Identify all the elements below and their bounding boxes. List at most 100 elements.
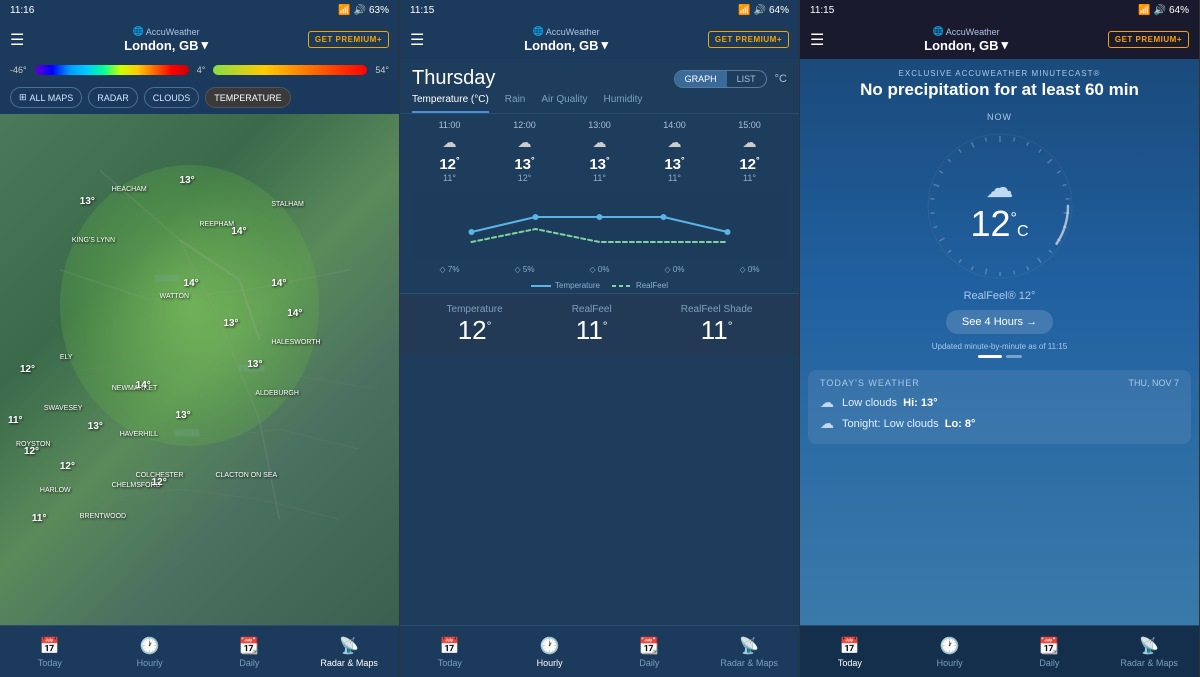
graph-btn[interactable]: GRAPH xyxy=(675,71,727,87)
nav-daily-3[interactable]: 📆 Daily xyxy=(1000,626,1100,677)
cloud-icon-large: ☁ xyxy=(985,171,1013,204)
nav-radar-2[interactable]: 📡 Radar & Maps xyxy=(699,626,799,677)
icon-col-0: ☁ xyxy=(443,134,457,151)
bottom-nav-3: 📅 Today 🕐 Hourly 📆 Daily 📡 Radar & Maps xyxy=(800,625,1199,677)
radar-icon-3: 📡 xyxy=(1139,636,1159,656)
header-center-2: 🌐 AccuWeather London, GB ▾ xyxy=(524,26,608,53)
premium-btn-1[interactable]: GET PREMIUM+ xyxy=(308,31,389,48)
city-stalham: STALHAM xyxy=(271,201,304,208)
header-3: ☰ 🌐 AccuWeather London, GB ▾ GET PREMIUM… xyxy=(800,20,1199,59)
map-area[interactable]: HEACHAM REEPHAM STALHAM KING'S LYNN WATT… xyxy=(0,114,399,625)
nav-today-3[interactable]: 📅 Today xyxy=(800,626,900,677)
nav-hourly-label-1: Hourly xyxy=(137,658,163,668)
hour-col-4: 15:00 ☁ 12° 11° xyxy=(712,120,787,183)
chart-legend: Temperature RealFeel xyxy=(400,278,799,293)
location-3[interactable]: London, GB ▾ xyxy=(924,37,1008,53)
header-center-3: 🌐 AccuWeather London, GB ▾ xyxy=(924,26,1008,53)
today-icon-1: 📅 xyxy=(40,636,60,656)
time-col-4: 15:00 xyxy=(738,120,761,130)
map-temp-4: 14° xyxy=(184,278,199,289)
subtemp-col-3: 11° xyxy=(668,173,681,183)
city-brentwood: BRENTWOOD xyxy=(80,513,126,520)
summary-rfs-val: 11° xyxy=(681,315,753,346)
temp-mid: 4° xyxy=(197,65,206,75)
tw-date: THU, NOV 7 xyxy=(1128,378,1179,388)
location-2[interactable]: London, GB ▾ xyxy=(524,37,608,53)
menu-icon-3[interactable]: ☰ xyxy=(810,30,824,50)
phone-radar-maps: 11:16 📶 🔊 63% ☰ 🌐 AccuWeather London, GB… xyxy=(0,0,400,677)
nav-today-2[interactable]: 📅 Today xyxy=(400,626,500,677)
location-1[interactable]: London, GB ▾ xyxy=(124,37,208,53)
layers-icon: ⊞ xyxy=(19,92,27,103)
temp-gradient xyxy=(35,65,189,75)
precip-3: ◇ 0% xyxy=(637,265,712,274)
all-maps-btn[interactable]: ⊞ ALL MAPS xyxy=(10,87,82,108)
temp-max: 54° xyxy=(375,65,389,75)
tw-row-1: ☁ Low clouds Hi: 13° xyxy=(820,394,1179,411)
signal-icon-3: 📶 xyxy=(1138,5,1150,16)
tab-temperature[interactable]: Temperature (°C) xyxy=(412,94,489,113)
nav-daily-label-3: Daily xyxy=(1039,658,1059,668)
nav-today-1[interactable]: 📅 Today xyxy=(0,626,100,677)
tab-rain[interactable]: Rain xyxy=(505,94,526,113)
nav-hourly-label-3: Hourly xyxy=(937,658,963,668)
nav-hourly-3[interactable]: 🕐 Hourly xyxy=(900,626,1000,677)
time-col-3: 14:00 xyxy=(663,120,686,130)
signal-icon-2: 📶 xyxy=(738,5,750,16)
bottom-nav-2: 📅 Today 🕐 Hourly 📆 Daily 📡 Radar & Maps xyxy=(400,625,799,677)
city-clacton: CLACTON ON SEA xyxy=(215,472,277,479)
map-temp-6: 13° xyxy=(223,318,238,329)
hourly-tabs: Temperature (°C) Rain Air Quality Humidi… xyxy=(400,94,799,114)
unit-label: °C xyxy=(775,73,787,85)
graph-list-toggle: GRAPH LIST xyxy=(674,70,767,88)
menu-icon-2[interactable]: ☰ xyxy=(410,30,424,50)
chevron-down-icon-2: ▾ xyxy=(602,37,609,53)
clouds-btn[interactable]: CLOUDS xyxy=(144,87,200,108)
temp-col-4: 12° xyxy=(739,155,759,173)
current-temp: 12°C xyxy=(970,206,1028,242)
legend-realfeel: RealFeel xyxy=(612,281,668,290)
temp-scale: -46° 4° 54° xyxy=(0,59,399,81)
icon-col-2: ☁ xyxy=(593,134,607,151)
minutecast-section: EXCLUSIVE ACCUWEATHER MINUTECAST® No pre… xyxy=(800,59,1199,106)
subtemp-col-1: 12° xyxy=(518,173,532,183)
nav-daily-2[interactable]: 📆 Daily xyxy=(600,626,700,677)
nav-today-label-1: Today xyxy=(38,658,62,668)
temp-col-2: 13° xyxy=(589,155,609,173)
menu-icon-1[interactable]: ☰ xyxy=(10,30,24,50)
nav-today-label-3: Today xyxy=(838,658,862,668)
icon-col-4: ☁ xyxy=(743,134,757,151)
radial-ring: ☁ 12°C xyxy=(920,126,1080,286)
hour-col-3: 14:00 ☁ 13° 11° xyxy=(637,120,712,183)
premium-btn-2[interactable]: GET PREMIUM+ xyxy=(708,31,789,48)
see-hours-btn[interactable]: See 4 Hours → xyxy=(946,310,1053,334)
hourly-icon-3: 🕐 xyxy=(940,636,960,656)
today-icon-2: 📅 xyxy=(440,636,460,656)
tab-humidity[interactable]: Humidity xyxy=(604,94,643,113)
temperature-btn[interactable]: TEMPERATURE xyxy=(205,87,290,108)
status-icons-3: 📶 🔊 64% xyxy=(1138,5,1189,16)
header-2: ☰ 🌐 AccuWeather London, GB ▾ GET PREMIUM… xyxy=(400,20,799,59)
chevron-down-icon-1: ▾ xyxy=(202,37,209,53)
radar-btn[interactable]: RADAR xyxy=(88,87,138,108)
day-label: Thursday xyxy=(412,67,495,90)
list-btn[interactable]: LIST xyxy=(727,71,766,87)
nav-hourly-1[interactable]: 🕐 Hourly xyxy=(100,626,200,677)
cloud-icon-1: ☁ xyxy=(820,394,834,411)
nav-hourly-2[interactable]: 🕐 Hourly xyxy=(500,626,600,677)
status-bar-2: 11:15 📶 🔊 64% xyxy=(400,0,799,20)
temp-unit: C xyxy=(1017,223,1029,240)
battery-3: 64% xyxy=(1169,5,1189,16)
tab-air-quality[interactable]: Air Quality xyxy=(541,94,587,113)
nav-radar-3[interactable]: 📡 Radar & Maps xyxy=(1099,626,1199,677)
nav-today-label-2: Today xyxy=(438,658,462,668)
nav-hourly-label-2: Hourly xyxy=(537,658,563,668)
premium-btn-3[interactable]: GET PREMIUM+ xyxy=(1108,31,1189,48)
temp-min: -46° xyxy=(10,65,27,75)
battery-2: 64% xyxy=(769,5,789,16)
daily-icon-1: 📆 xyxy=(239,636,259,656)
nav-daily-1[interactable]: 📆 Daily xyxy=(200,626,300,677)
status-bar-3: 11:15 📶 🔊 64% xyxy=(800,0,1199,20)
brand-1: 🌐 AccuWeather xyxy=(124,26,208,37)
nav-radar-1[interactable]: 📡 Radar & Maps xyxy=(299,626,399,677)
